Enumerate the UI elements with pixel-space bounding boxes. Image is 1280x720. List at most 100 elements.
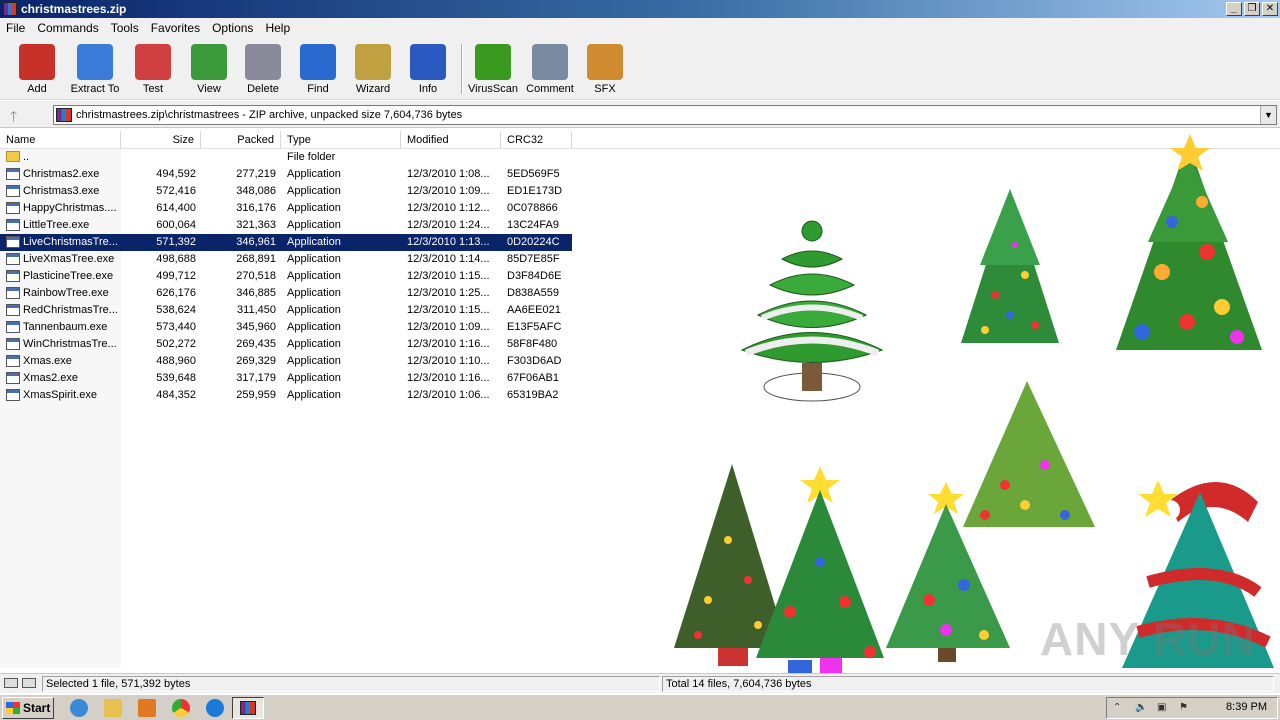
winrar-icon xyxy=(240,701,256,715)
toolbar-wizard-button[interactable]: Wizard xyxy=(345,44,401,98)
toolbar-sfx-button[interactable]: SFX xyxy=(577,44,633,98)
start-button[interactable]: Start xyxy=(2,697,54,719)
toolbar-info-button[interactable]: Info xyxy=(400,44,456,98)
table-row[interactable]: Christmas2.exe 494,592 277,219 Application 1… xyxy=(0,166,572,183)
restore-button[interactable]: ❐ xyxy=(1244,2,1260,16)
exe-file-icon xyxy=(6,202,20,214)
table-row[interactable]: LittleTree.exe 600,064 321,363 Application 1… xyxy=(0,217,572,234)
cell-size: 572,416 xyxy=(156,185,196,197)
menu-favorites[interactable]: Favorites xyxy=(145,21,206,35)
menu-file[interactable]: File xyxy=(0,21,31,35)
cell-crc: 5ED569F5 xyxy=(507,168,560,180)
explorer-icon[interactable] xyxy=(104,699,122,717)
cell-name: XmasSpirit.exe xyxy=(23,389,97,401)
table-row[interactable]: PlasticineTree.exe 499,712 270,518 Applicat… xyxy=(0,268,572,285)
cell-type: Application xyxy=(287,389,341,401)
table-row[interactable]: XmasSpirit.exe 484,352 259,959 Application 1… xyxy=(0,387,572,404)
cell-packed: 316,176 xyxy=(236,202,276,214)
menu-commands[interactable]: Commands xyxy=(31,21,104,35)
winrar-taskbar-button[interactable] xyxy=(232,697,264,719)
column-header-type[interactable]: Type xyxy=(281,131,401,149)
cell-modified: 12/3/2010 1:08... xyxy=(407,168,490,180)
column-header-name[interactable]: Name xyxy=(0,131,121,149)
ie-icon[interactable] xyxy=(70,699,88,717)
exe-file-icon xyxy=(6,168,20,180)
view-book-icon xyxy=(191,44,227,80)
winrar-app-icon xyxy=(3,2,17,16)
toolbar-virusscan-button[interactable]: VirusScan xyxy=(465,44,521,98)
column-header-modified[interactable]: Modified xyxy=(401,131,501,149)
exe-file-icon xyxy=(6,219,20,231)
media-player-icon[interactable] xyxy=(138,699,156,717)
cell-packed: 317,179 xyxy=(236,372,276,384)
toolbar-extract-to-button[interactable]: Extract To xyxy=(67,44,123,98)
network-icon[interactable]: ▣ xyxy=(1157,702,1169,714)
up-arrow-icon[interactable]: 🡑 xyxy=(10,106,17,130)
cell-name: Christmas2.exe xyxy=(23,168,100,180)
table-row[interactable]: Christmas3.exe 572,416 348,086 Application 1… xyxy=(0,183,572,200)
column-header-size[interactable]: Size xyxy=(121,131,201,149)
edge-icon[interactable] xyxy=(206,699,224,717)
cell-packed xyxy=(201,149,276,166)
chevron-down-icon[interactable]: ▼ xyxy=(1260,106,1276,124)
cell-size: 498,688 xyxy=(156,253,196,265)
menu-tools[interactable]: Tools xyxy=(105,21,145,35)
toolbar-label: Test xyxy=(142,83,164,95)
table-row[interactable]: LiveXmasTree.exe 498,688 268,891 Applicatio… xyxy=(0,251,572,268)
cell-crc: 85D7E85F xyxy=(507,253,560,265)
toolbar-view-button[interactable]: View xyxy=(181,44,237,98)
volume-icon[interactable]: 🔈 xyxy=(1135,702,1147,714)
cell-type: Application xyxy=(287,219,341,231)
cell-modified: 12/3/2010 1:14... xyxy=(407,253,490,265)
toolbar-comment-button[interactable]: Comment xyxy=(522,44,578,98)
cell-size: 626,176 xyxy=(156,287,196,299)
table-row[interactable]: WinChristmasTre... 502,272 269,435 Applicat… xyxy=(0,336,572,353)
cell-type: Application xyxy=(287,304,341,316)
cell-packed: 346,885 xyxy=(236,287,276,299)
minimize-button[interactable]: _ xyxy=(1226,2,1242,16)
menu-help[interactable]: Help xyxy=(259,21,296,35)
table-row[interactable]: Xmas.exe 488,960 269,329 Application 12/3/20… xyxy=(0,353,572,370)
wizard-wand-icon xyxy=(355,44,391,80)
chrome-icon[interactable] xyxy=(172,699,190,717)
column-header-packed[interactable]: Packed xyxy=(201,131,281,149)
table-row[interactable]: Xmas2.exe 539,648 317,179 Application 12/3/2… xyxy=(0,370,572,387)
toolbar-delete-button[interactable]: Delete xyxy=(235,44,291,98)
chevron-up-icon[interactable]: ⌃ xyxy=(1113,702,1125,714)
cell-modified: 12/3/2010 1:12... xyxy=(407,202,490,214)
key-icon xyxy=(22,678,36,688)
drive-icon xyxy=(4,678,18,688)
cell-modified: 12/3/2010 1:06... xyxy=(407,389,490,401)
cell-type: Application xyxy=(287,287,341,299)
cell-name: RedChristmasTre... xyxy=(23,304,118,316)
cell-crc xyxy=(507,149,569,166)
cell-size: 484,352 xyxy=(156,389,196,401)
table-row[interactable]: LiveChristmasTre... 571,392 346,961 Applica… xyxy=(0,234,572,251)
table-row[interactable]: Tannenbaum.exe 573,440 345,960 Application 1… xyxy=(0,319,572,336)
folder-icon xyxy=(6,151,20,162)
menu-options[interactable]: Options xyxy=(206,21,259,35)
table-row[interactable]: HappyChristmas.... 614,400 316,176 Applicat… xyxy=(0,200,572,217)
cell-size: 573,440 xyxy=(156,321,196,333)
cell-name: .. xyxy=(23,151,30,163)
comment-icon xyxy=(532,44,568,80)
table-row[interactable]: RedChristmasTre... 538,624 311,450 Applicat… xyxy=(0,302,572,319)
cell-modified: 12/3/2010 1:13... xyxy=(407,236,490,248)
cell-size: 488,960 xyxy=(156,355,196,367)
status-selection: Selected 1 file, 571,392 bytes xyxy=(42,676,660,692)
flag-icon[interactable]: ⚑ xyxy=(1179,702,1191,714)
sfx-box-icon xyxy=(587,44,623,80)
table-row[interactable]: .. File folder xyxy=(0,149,572,166)
cell-packed: 268,891 xyxy=(236,253,276,265)
address-field[interactable]: christmastrees.zip\christmastrees - ZIP … xyxy=(53,105,1277,125)
column-header-crc32[interactable]: CRC32 xyxy=(501,131,572,149)
toolbar-find-button[interactable]: Find xyxy=(290,44,346,98)
toolbar-add-button[interactable]: Add xyxy=(9,44,65,98)
cell-type: File folder xyxy=(287,151,336,163)
close-button[interactable]: ✕ xyxy=(1262,2,1278,16)
table-row[interactable]: RainbowTree.exe 626,176 346,885 Application… xyxy=(0,285,572,302)
cell-modified xyxy=(407,149,501,166)
clock[interactable]: 8:39 PM xyxy=(1226,701,1267,713)
toolbar-test-button[interactable]: Test xyxy=(125,44,181,98)
toolbar-label: Info xyxy=(418,83,438,95)
